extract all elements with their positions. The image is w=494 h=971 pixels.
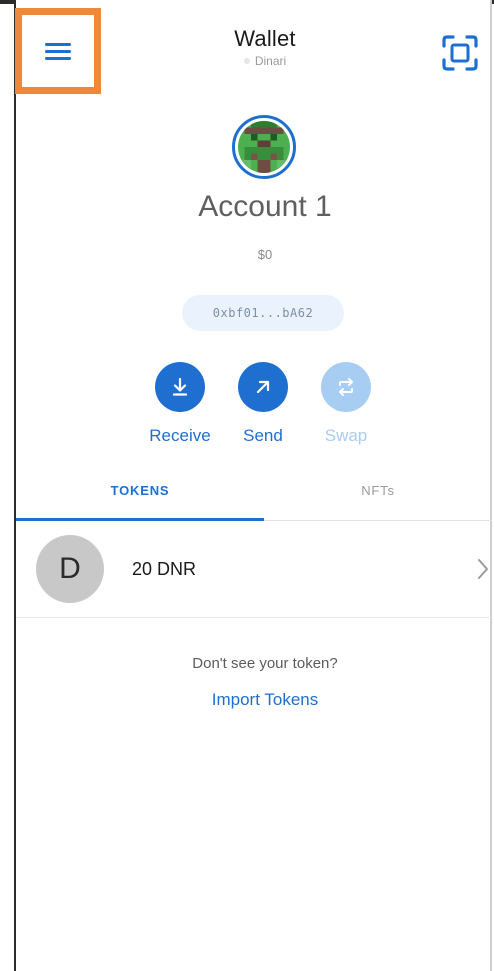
hamburger-icon bbox=[45, 42, 71, 60]
swap-label: Swap bbox=[324, 426, 368, 445]
pixel-avatar-icon bbox=[238, 121, 290, 173]
send-arrow-icon bbox=[256, 380, 270, 394]
send-button[interactable]: Send bbox=[218, 362, 308, 446]
account-address-pill[interactable]: 0xbf01...bA62 bbox=[182, 295, 344, 331]
asset-tabs: TOKENS NFTs bbox=[16, 460, 492, 521]
receive-button[interactable]: Receive bbox=[135, 362, 225, 446]
swap-icon bbox=[339, 378, 353, 396]
chevron-right-icon bbox=[478, 559, 488, 579]
page-title: Wallet bbox=[234, 26, 296, 51]
account-name[interactable]: Account 1 bbox=[120, 190, 410, 224]
qr-scan-icon bbox=[442, 35, 478, 71]
receive-arrow-icon bbox=[172, 377, 188, 396]
network-name: Dinari bbox=[254, 54, 287, 68]
missing-token-hint: Don't see your token? bbox=[192, 655, 338, 672]
token-row[interactable]: D 20 DNR bbox=[16, 521, 492, 618]
qr-scan-button[interactable] bbox=[441, 34, 479, 72]
network-indicator[interactable]: Dinari bbox=[150, 54, 380, 68]
tab-nfts[interactable]: NFTs bbox=[264, 460, 492, 520]
receive-label: Receive bbox=[149, 426, 211, 445]
network-dot-icon bbox=[243, 58, 250, 64]
token-letter-icon: D bbox=[36, 535, 104, 603]
account-avatar[interactable] bbox=[232, 115, 296, 179]
receive-circle bbox=[155, 362, 205, 412]
swap-circle bbox=[321, 362, 371, 412]
account-balance: $0 bbox=[257, 247, 273, 262]
swap-button[interactable]: Swap bbox=[301, 362, 391, 446]
send-circle bbox=[238, 362, 288, 412]
menu-button[interactable] bbox=[15, 8, 101, 94]
send-label: Send bbox=[243, 426, 283, 445]
import-tokens-link[interactable]: Import Tokens bbox=[150, 690, 380, 710]
token-amount: 20 DNR bbox=[132, 559, 197, 579]
header-title-group: Wallet Dinari bbox=[150, 26, 380, 68]
tab-tokens[interactable]: TOKENS bbox=[16, 460, 264, 520]
